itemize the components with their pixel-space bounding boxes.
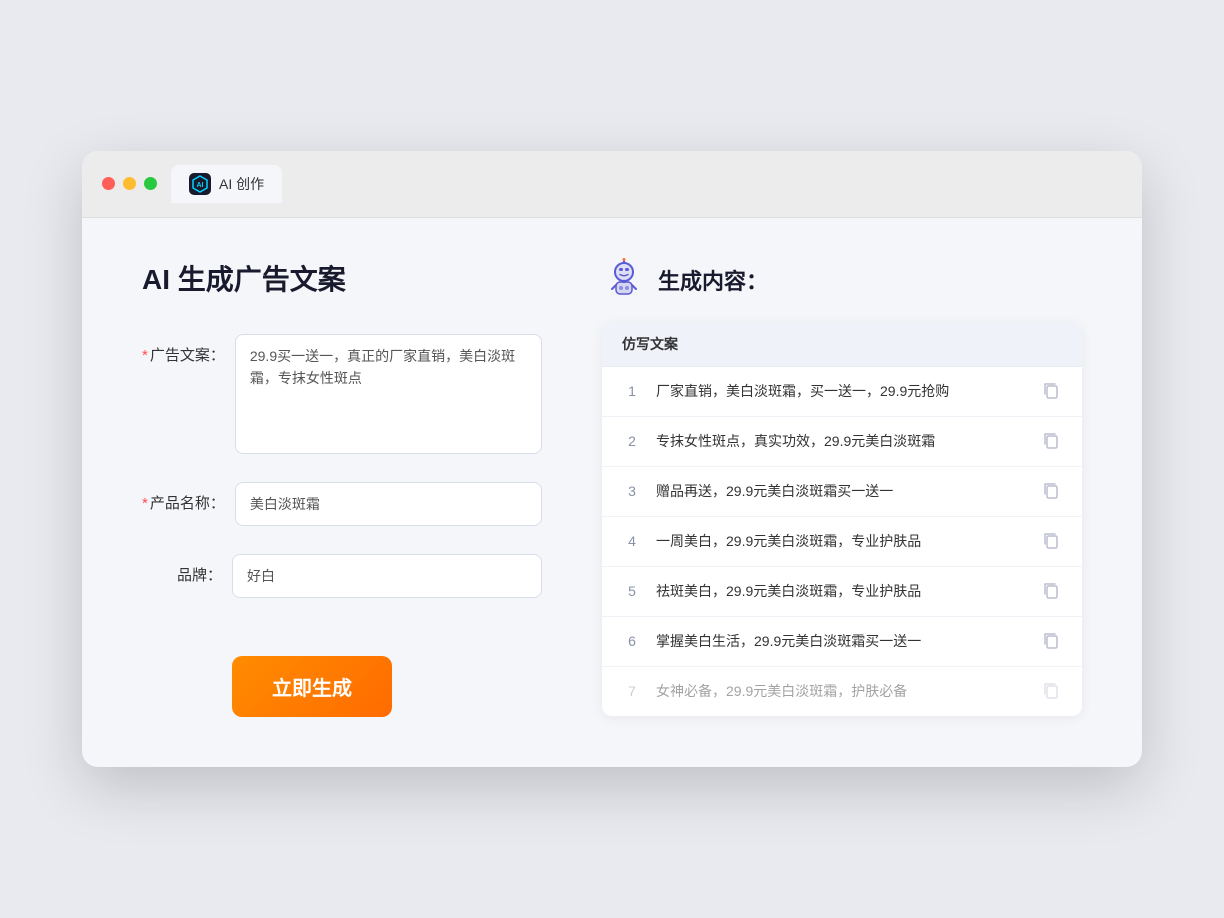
- ad-copy-input[interactable]: [235, 334, 542, 454]
- ai-tab-icon: AI: [189, 173, 211, 195]
- table-row: 1 厂家直销，美白淡斑霜，买一送一，29.9元抢购: [602, 367, 1082, 417]
- row-number: 1: [622, 383, 642, 399]
- required-star-2: *: [142, 495, 148, 512]
- row-text: 女神必备，29.9元美白淡斑霜，护肤必备: [656, 681, 1028, 702]
- product-name-input[interactable]: [235, 482, 542, 526]
- brand-input[interactable]: [232, 554, 542, 598]
- table-row: 6 掌握美白生活，29.9元美白淡斑霜买一送一: [602, 617, 1082, 667]
- table-row: 3 赠品再送，29.9元美白淡斑霜买一送一: [602, 467, 1082, 517]
- copy-icon[interactable]: [1042, 381, 1062, 401]
- row-number: 6: [622, 633, 642, 649]
- brand-label: 品牌：: [142, 554, 222, 585]
- row-text: 祛斑美白，29.9元美白淡斑霜，专业护肤品: [656, 581, 1028, 602]
- robot-icon: [602, 258, 646, 302]
- page-title: AI 生成广告文案: [142, 258, 542, 298]
- table-row: 7 女神必备，29.9元美白淡斑霜，护肤必备: [602, 667, 1082, 716]
- tab-label: AI 创作: [219, 174, 264, 194]
- form-group-ad-copy: *广告文案：: [142, 334, 542, 454]
- result-table: 仿写文案 1 厂家直销，美白淡斑霜，买一送一，29.9元抢购 2 专抹女性斑点，…: [602, 322, 1082, 716]
- main-content: AI 生成广告文案 *广告文案： *产品名称： 品牌： 立即生成: [82, 218, 1142, 768]
- form-group-brand: 品牌：: [142, 554, 542, 598]
- row-text: 掌握美白生活，29.9元美白淡斑霜买一送一: [656, 631, 1028, 652]
- row-number: 5: [622, 583, 642, 599]
- table-row: 5 祛斑美白，29.9元美白淡斑霜，专业护肤品: [602, 567, 1082, 617]
- table-row: 2 专抹女性斑点，真实功效，29.9元美白淡斑霜: [602, 417, 1082, 467]
- row-text: 专抹女性斑点，真实功效，29.9元美白淡斑霜: [656, 431, 1028, 452]
- row-text: 厂家直销，美白淡斑霜，买一送一，29.9元抢购: [656, 381, 1028, 402]
- browser-window: AI AI 创作 AI 生成广告文案 *广告文案： *产品名称：: [82, 151, 1142, 768]
- result-table-header: 仿写文案: [602, 322, 1082, 367]
- minimize-button[interactable]: [123, 177, 136, 190]
- copy-icon[interactable]: [1042, 631, 1062, 651]
- table-row: 4 一周美白，29.9元美白淡斑霜，专业护肤品: [602, 517, 1082, 567]
- row-text: 一周美白，29.9元美白淡斑霜，专业护肤品: [656, 531, 1028, 552]
- generate-button[interactable]: 立即生成: [232, 656, 392, 717]
- close-button[interactable]: [102, 177, 115, 190]
- form-group-product-name: *产品名称：: [142, 482, 542, 526]
- row-number: 2: [622, 433, 642, 449]
- row-number: 4: [622, 533, 642, 549]
- result-header: 生成内容：: [602, 258, 1082, 302]
- traffic-lights: [102, 177, 157, 190]
- row-text: 赠品再送，29.9元美白淡斑霜买一送一: [656, 481, 1028, 502]
- ad-copy-label: *广告文案：: [142, 334, 225, 365]
- copy-icon[interactable]: [1042, 531, 1062, 551]
- left-panel: AI 生成广告文案 *广告文案： *产品名称： 品牌： 立即生成: [142, 258, 542, 718]
- browser-tab[interactable]: AI AI 创作: [171, 165, 282, 203]
- copy-icon[interactable]: [1042, 581, 1062, 601]
- required-star-1: *: [142, 347, 148, 364]
- row-number: 3: [622, 483, 642, 499]
- row-number: 7: [622, 683, 642, 699]
- copy-icon[interactable]: [1042, 681, 1062, 701]
- maximize-button[interactable]: [144, 177, 157, 190]
- copy-icon[interactable]: [1042, 431, 1062, 451]
- result-title: 生成内容：: [658, 264, 768, 296]
- browser-titlebar: AI AI 创作: [82, 151, 1142, 218]
- copy-icon[interactable]: [1042, 481, 1062, 501]
- results-container: 1 厂家直销，美白淡斑霜，买一送一，29.9元抢购 2 专抹女性斑点，真实功效，…: [602, 367, 1082, 716]
- svg-text:AI: AI: [197, 182, 204, 189]
- right-panel: 生成内容： 仿写文案 1 厂家直销，美白淡斑霜，买一送一，29.9元抢购 2 专…: [602, 258, 1082, 718]
- product-name-label: *产品名称：: [142, 482, 225, 513]
